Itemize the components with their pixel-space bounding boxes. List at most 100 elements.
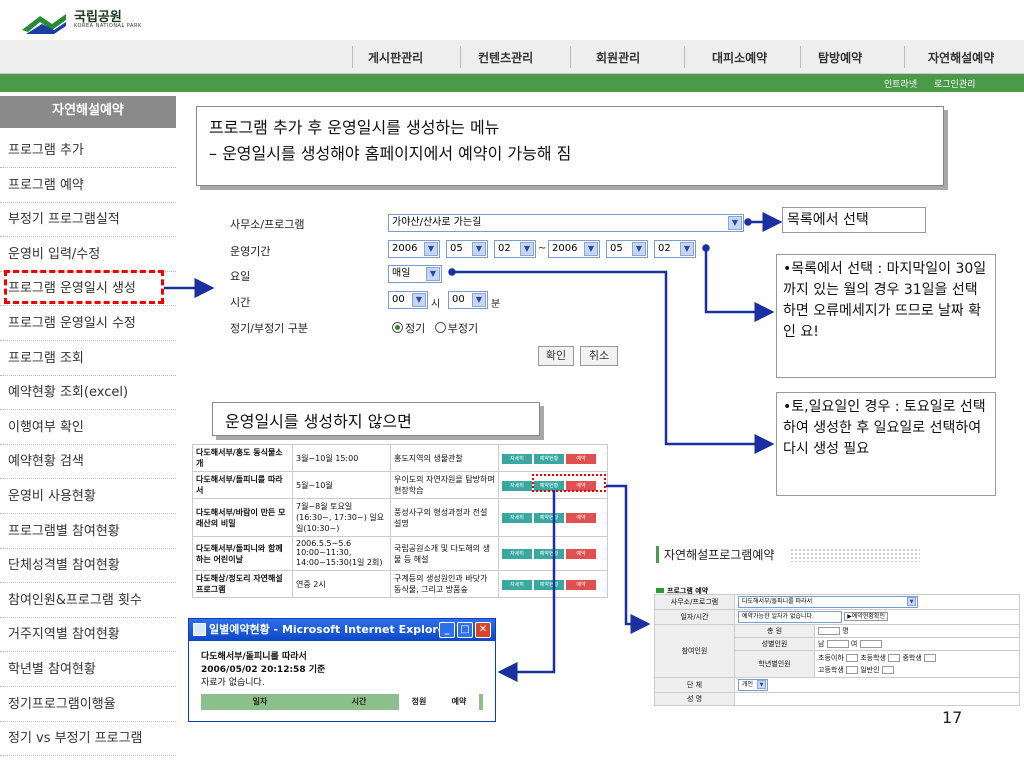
name-cell	[734, 692, 1020, 706]
table-cell: 풍성사구의 형성과정과 전설 설명	[390, 498, 499, 537]
callout-line-2: – 운영일시를 생성해야 홈페이지에서 예약이 가능해 짐	[209, 144, 572, 163]
status-button[interactable]: 예약현황	[534, 549, 564, 559]
reserve-button[interactable]: 예약	[566, 513, 596, 523]
chevron-down-icon: ▼	[412, 293, 426, 307]
grade-input[interactable]	[846, 654, 858, 662]
reservation-program-select[interactable]: 다도해서부/돌피니를 따라서 ▼	[738, 596, 918, 608]
end-year-value: 2006	[552, 243, 578, 254]
confirm-button[interactable]: 확인	[538, 346, 574, 366]
chevron-down-icon: ▼	[520, 242, 534, 256]
sidebar-item[interactable]: 참여인원&프로그램 횟수	[0, 584, 176, 618]
callout-description: 프로그램 추가 후 운영일시를 생성하는 메뉴 – 운영일시를 생성해야 홈페이…	[196, 106, 944, 186]
nav-nature[interactable]: 자연해설예약	[928, 49, 994, 66]
minute-select[interactable]: 00 ▼	[448, 291, 488, 309]
sidebar-item[interactable]: 프로그램 추가	[0, 134, 176, 168]
end-day-value: 02	[658, 243, 671, 254]
label-office-program: 사무소/프로그램	[654, 594, 735, 610]
grade-input[interactable]	[846, 666, 858, 674]
sidebar-item[interactable]: 학년별 참여현황	[0, 653, 176, 687]
sidebar-item[interactable]: 거주지역별 참여현황	[0, 618, 176, 653]
total-input[interactable]	[818, 627, 840, 635]
nav-separator	[460, 46, 461, 68]
chevron-down-icon: ▼	[728, 216, 742, 230]
sidebar-item[interactable]: 이행여부 확인	[0, 411, 176, 445]
sidebar-item[interactable]: 정기 vs 부정기 프로그램	[0, 722, 176, 757]
reservation-form: 사무소/프로그램 다도해서부/돌피니를 따라서 ▼ 일자/시간 예약가능한 일자…	[654, 594, 1020, 706]
sidebar-item[interactable]: 운영비 입력/수정	[0, 238, 176, 272]
sub-links: 인트라넷 로그인관리	[870, 77, 975, 90]
detail-button[interactable]: 자세히	[502, 453, 532, 464]
cancel-button[interactable]: 취소	[580, 346, 618, 366]
nav-members[interactable]: 회원관리	[596, 49, 640, 66]
group-select[interactable]: 개인 ▼	[738, 679, 768, 691]
sidebar-item[interactable]: 운영비 사용현황	[0, 480, 176, 514]
sidebar-item[interactable]: 프로그램별 참여현황	[0, 515, 176, 549]
sidebar-title: 자연해설예약	[0, 96, 176, 128]
sidebar-item[interactable]: 예약현황 조회(excel)	[0, 376, 176, 411]
male-input[interactable]	[826, 640, 849, 648]
sidebar-item[interactable]: 정기프로그램이행율	[0, 688, 176, 722]
detail-button[interactable]: 자세히	[502, 579, 532, 590]
detail-button[interactable]: 자세히	[502, 513, 532, 523]
detail-button[interactable]: 자세히	[502, 480, 532, 491]
sidebar-item[interactable]: 프로그램 운영일시 수정	[0, 307, 176, 341]
check-reservation-button[interactable]: ▶예약현황확인	[844, 612, 888, 621]
start-month-select[interactable]: 05 ▼	[446, 240, 488, 258]
top-nav: 게시판관리 컨텐츠관리 회원관리 대피소예약 탐방예약 자연해설예약	[0, 40, 1024, 74]
grade-input[interactable]	[881, 666, 894, 674]
sidebar-item[interactable]: 단체성격별 참여현황	[0, 549, 176, 584]
col-capacity: 정원	[399, 694, 439, 710]
table-cell: 다도해서부/돌피니와 함께하는 어린이날	[192, 536, 293, 571]
reservation-program-value: 다도해서부/돌피니를 따라서	[742, 598, 813, 605]
action-cell: 자세히 예약현황 예약	[498, 570, 608, 598]
radio-regular[interactable]	[392, 322, 403, 333]
grade-input[interactable]	[924, 654, 937, 662]
page-number: 17	[942, 708, 963, 727]
action-cell: 자세히 예약현황 예약	[498, 444, 608, 472]
radio-irregular[interactable]	[434, 322, 446, 333]
chevron-down-icon: ▼	[632, 242, 646, 256]
program-select[interactable]: 가야산/산사로 가는길 ▼	[388, 214, 744, 232]
end-month-select[interactable]: 05 ▼	[606, 240, 648, 258]
link-login[interactable]: 로그인관리	[934, 80, 975, 90]
sidebar-item[interactable]: 예약현황 검색	[0, 445, 176, 480]
weekday-select[interactable]: 매일 ▼	[388, 265, 442, 283]
detail-button[interactable]: 자세히	[502, 549, 532, 559]
male-label: 남	[818, 640, 825, 648]
nav-shelter[interactable]: 대피소예약	[712, 49, 767, 66]
end-day-select[interactable]: 02 ▼	[654, 240, 696, 258]
start-day-select[interactable]: 02 ▼	[494, 240, 536, 258]
status-button[interactable]: 예약현황	[534, 513, 564, 523]
status-button[interactable]: 예약현황	[534, 579, 564, 590]
ie-content: 다도해서부/돌피니를 따라서 2006/05/02 20:12:58 기준 자료…	[189, 641, 495, 720]
minute-value: 00	[452, 294, 465, 305]
nav-content[interactable]: 컨텐츠관리	[478, 49, 533, 66]
reservation-date-select[interactable]: 예약가능한 일자가 없습니다.	[738, 611, 842, 623]
end-month-value: 05	[610, 243, 623, 254]
grade-input[interactable]	[888, 654, 901, 662]
sidebar-item[interactable]: 프로그램 조회	[0, 342, 176, 376]
end-year-select[interactable]: 2006 ▼	[548, 240, 600, 258]
highlight-box	[4, 270, 164, 304]
program-table: 다도해서부/홍도 동식물소개 3월~10월 15:00 홍도지역의 생물관찰 자세히 예…	[192, 444, 608, 608]
nav-trail[interactable]: 탐방예약	[818, 49, 862, 66]
start-year-select[interactable]: 2006 ▼	[388, 240, 440, 258]
hour-select[interactable]: 00 ▼	[388, 291, 428, 309]
reserve-button[interactable]: 예약	[566, 579, 596, 590]
nav-board[interactable]: 게시판관리	[368, 49, 423, 66]
sidebar-item[interactable]: 프로그램 예약	[0, 169, 176, 203]
reserve-button[interactable]: 예약	[566, 549, 596, 559]
note-weekend: •토,일요일인 경우 : 토요일로 선택하여 생성한 후 일요일로 선택하여 다…	[776, 392, 996, 496]
reserve-button[interactable]: 예약	[566, 453, 596, 464]
female-input[interactable]	[859, 640, 882, 648]
ie-table-header: 일자 시간 정원 예약	[201, 694, 483, 710]
park-logo[interactable]: 국립공원 KOREA NATIONAL PARK	[22, 4, 192, 38]
minimize-icon[interactable]: _	[439, 622, 455, 638]
sidebar-item[interactable]: 부정기 프로그램실적	[0, 203, 176, 238]
close-icon[interactable]: ✕	[475, 622, 491, 638]
link-intranet[interactable]: 인트라넷	[884, 80, 917, 90]
ie-title-bar: 일별예약현황 - Microsoft Internet Explorer _ □…	[189, 619, 495, 641]
table-cell: 3월~10월 15:00	[292, 444, 391, 472]
maximize-icon[interactable]: □	[457, 622, 473, 638]
status-button[interactable]: 예약현황	[534, 453, 564, 464]
